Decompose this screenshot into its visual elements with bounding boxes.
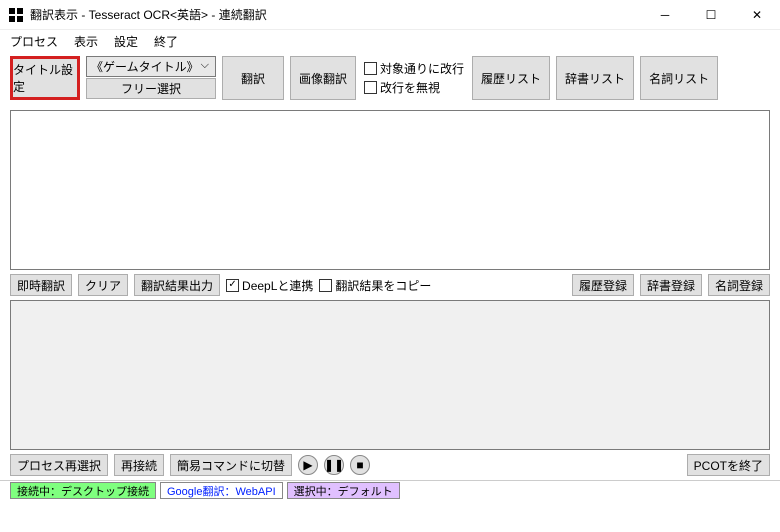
dict-register-button[interactable]: 辞書登録 [640, 274, 702, 296]
output-result-button[interactable]: 翻訳結果出力 [134, 274, 220, 296]
result-textarea[interactable] [10, 300, 770, 450]
menu-exit[interactable]: 終了 [154, 33, 178, 50]
immediate-translate-button[interactable]: 即時翻訳 [10, 274, 72, 296]
translate-button[interactable]: 翻訳 [222, 56, 284, 100]
close-button[interactable]: ✕ [734, 0, 780, 29]
status-selection: 選択中：デフォルト [287, 482, 400, 499]
process-reselect-button[interactable]: プロセス再選択 [10, 454, 108, 476]
exit-pcot-button[interactable]: PCOTを終了 [687, 454, 770, 476]
pause-button[interactable]: ❚❚ [324, 455, 344, 475]
deepl-checkbox[interactable]: ✓DeepLと連携 [226, 277, 313, 294]
game-title-combo[interactable]: 《ゲームタイトル》 [86, 56, 216, 77]
menu-process[interactable]: プロセス [10, 33, 58, 50]
checkbox-icon [364, 62, 377, 75]
history-register-button[interactable]: 履歴登録 [572, 274, 634, 296]
maximize-button[interactable]: ☐ [688, 0, 734, 29]
pause-icon: ❚❚ [324, 458, 344, 472]
ignore-break-checkbox[interactable]: 改行を無視 [364, 79, 464, 96]
history-list-button[interactable]: 履歴リスト [472, 56, 550, 100]
checkbox-icon [319, 279, 332, 292]
stop-icon: ■ [356, 458, 363, 472]
image-translate-button[interactable]: 画像翻訳 [290, 56, 356, 100]
play-icon: ▶ [303, 458, 312, 472]
app-icon [8, 7, 24, 23]
checkbox-icon [364, 81, 377, 94]
copy-result-checkbox[interactable]: 翻訳結果をコピー [319, 277, 431, 294]
reconnect-button[interactable]: 再接続 [114, 454, 164, 476]
noun-register-button[interactable]: 名詞登録 [708, 274, 770, 296]
status-api: Google翻訳：WebAPI [160, 482, 283, 499]
switch-command-button[interactable]: 簡易コマンドに切替 [170, 454, 292, 476]
status-connection: 接続中：デスクトップ接続 [10, 482, 156, 499]
window-title: 翻訳表示 - Tesseract OCR<英語> - 連続翻訳 [30, 6, 642, 23]
noun-list-button[interactable]: 名詞リスト [640, 56, 718, 100]
source-textarea[interactable] [10, 110, 770, 270]
menu-settings[interactable]: 設定 [114, 33, 138, 50]
stop-button[interactable]: ■ [350, 455, 370, 475]
clear-button[interactable]: クリア [78, 274, 128, 296]
title-settings-button[interactable]: タイトル設定 [10, 56, 80, 100]
break-as-target-checkbox[interactable]: 対象通りに改行 [364, 60, 464, 77]
checkbox-checked-icon: ✓ [226, 279, 239, 292]
minimize-button[interactable]: ─ [642, 0, 688, 29]
free-select-button[interactable]: フリー選択 [86, 78, 216, 99]
dict-list-button[interactable]: 辞書リスト [556, 56, 634, 100]
play-button[interactable]: ▶ [298, 455, 318, 475]
menu-view[interactable]: 表示 [74, 33, 98, 50]
